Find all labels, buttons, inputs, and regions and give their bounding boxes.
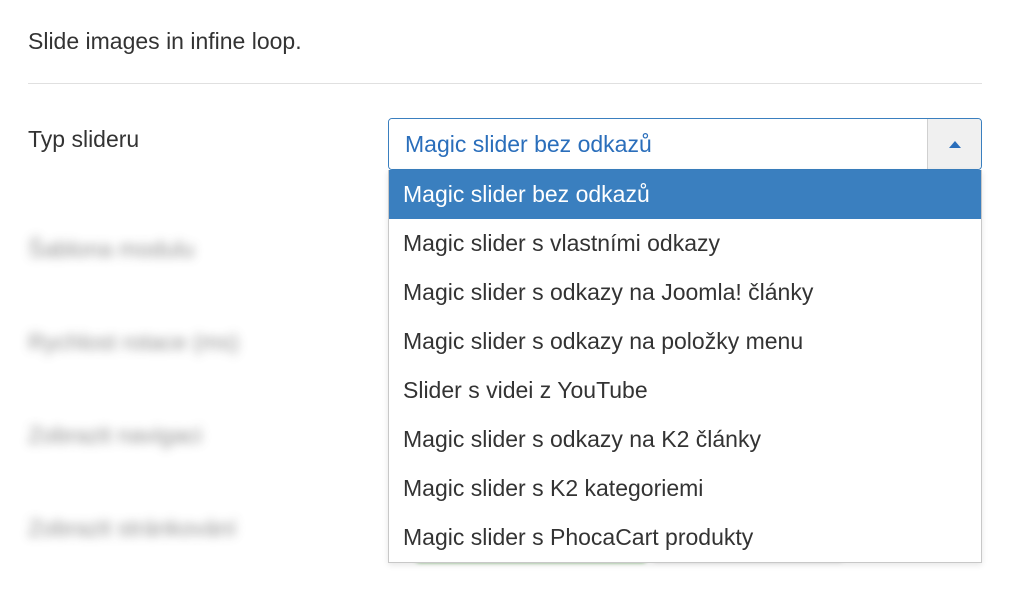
field-label-speed: Rychlost rotace (ms) — [28, 321, 388, 356]
dropdown-option[interactable]: Magic slider s odkazy na K2 články — [389, 415, 981, 464]
field-label-template: Šablona modulu — [28, 228, 388, 263]
field-row-slider-type: Typ slideru Magic slider bez odkazů Magi… — [28, 118, 982, 170]
slider-type-dropdown: Magic slider bez odkazů Magic slider s v… — [388, 170, 982, 563]
slider-type-select[interactable]: Magic slider bez odkazů — [388, 118, 982, 170]
dropdown-option[interactable]: Slider s videi z YouTube — [389, 366, 981, 415]
caret-up-icon — [949, 141, 961, 148]
field-label-nav: Zobrazit navigaci — [28, 414, 388, 449]
field-label-pagination: Zobrazit stránkování — [28, 507, 388, 542]
dropdown-option[interactable]: Magic slider s odkazy na Joomla! články — [389, 268, 981, 317]
dropdown-option[interactable]: Magic slider s vlastními odkazy — [389, 219, 981, 268]
description-text: Slide images in infine loop. — [28, 28, 982, 55]
dropdown-option[interactable]: Magic slider s K2 kategoriemi — [389, 464, 981, 513]
select-value: Magic slider bez odkazů — [389, 119, 927, 169]
dropdown-option[interactable]: Magic slider s odkazy na položky menu — [389, 317, 981, 366]
field-label-slider-type: Typ slideru — [28, 118, 388, 153]
select-toggle[interactable] — [927, 119, 981, 169]
dropdown-option[interactable]: Magic slider bez odkazů — [389, 170, 981, 219]
divider — [28, 83, 982, 84]
dropdown-option[interactable]: Magic slider s PhocaCart produkty — [389, 513, 981, 562]
